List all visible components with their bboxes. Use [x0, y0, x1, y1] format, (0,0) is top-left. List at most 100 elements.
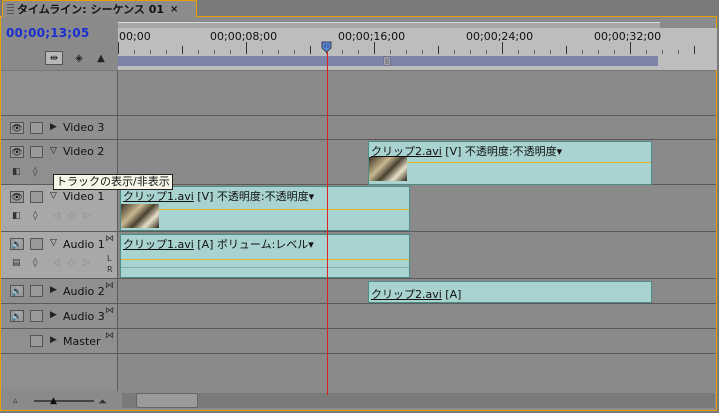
tooltip: トラックの表示/非表示: [53, 174, 173, 190]
track-header: ▶ Master ⋈: [1, 329, 118, 353]
track-area[interactable]: [118, 354, 716, 391]
clip-label: クリップ1.avi [V] 不透明度:不透明度▾: [123, 190, 315, 203]
clip-label: クリップ2.avi [A]: [371, 288, 462, 301]
next-keyframe-icon[interactable]: ▷: [83, 258, 90, 268]
stereo-icon: ⋈: [105, 234, 114, 244]
next-keyframe-icon[interactable]: ▷: [83, 211, 90, 221]
snap-icon: ⇹: [49, 52, 59, 64]
snap-button[interactable]: ⇹: [45, 51, 63, 65]
add-keyframe-icon[interactable]: ◇: [68, 211, 75, 221]
zoom-knob-icon[interactable]: ▲: [50, 396, 57, 406]
stereo-icon: ⋈: [105, 331, 114, 341]
track-audio1[interactable]: 🔊 ▽ Audio 1 ⋈ L R ▤ ◊ ◁ ◇ ▷ クリップ1.avi [A…: [1, 232, 716, 279]
track-area[interactable]: クリップ2.avi [V] 不透明度:不透明度▾: [118, 140, 716, 185]
triangle-down-icon[interactable]: ▽: [50, 191, 57, 201]
triangle-icon[interactable]: ▶: [50, 310, 57, 320]
track-header: 🔊 ▽ Audio 1 ⋈ L R ▤ ◊ ◁ ◇ ▷: [1, 232, 118, 278]
lock-toggle[interactable]: [30, 310, 43, 322]
timecode-display[interactable]: 00;00;13;05: [6, 26, 89, 40]
opacity-rubberband[interactable]: [369, 162, 651, 163]
track-area[interactable]: [118, 116, 716, 139]
marker-icon[interactable]: ◈: [72, 51, 86, 65]
close-icon[interactable]: ×: [170, 4, 178, 15]
display-style-icon[interactable]: ◧: [12, 167, 21, 177]
playhead-line[interactable]: [327, 52, 328, 395]
track-area[interactable]: [118, 304, 716, 328]
volume-rubberband[interactable]: [121, 259, 409, 260]
empty-header: [1, 354, 118, 391]
speaker-icon[interactable]: 🔊: [10, 238, 24, 250]
track-area[interactable]: クリップ2.avi [A]: [118, 279, 716, 303]
zoom-out-icon[interactable]: ▵: [13, 396, 18, 406]
clip-audio2[interactable]: クリップ2.avi [A]: [368, 281, 652, 303]
add-keyframe-icon[interactable]: ◇: [68, 258, 75, 268]
track-area[interactable]: クリップ1.avi [V] 不透明度:不透明度▾: [118, 185, 716, 231]
stereo-icon: ⋈: [105, 306, 114, 316]
eye-icon[interactable]: 👁: [10, 146, 24, 158]
clip-video2[interactable]: クリップ2.avi [V] 不透明度:不透明度▾: [368, 141, 652, 185]
track-name: Video 1: [63, 190, 105, 203]
keyframe-icon[interactable]: ◊: [33, 258, 37, 268]
channel-r-icon: R: [107, 265, 113, 274]
eye-icon[interactable]: 👁: [10, 122, 24, 134]
prev-keyframe-icon[interactable]: ◁: [53, 258, 60, 268]
lock-toggle[interactable]: [30, 122, 43, 134]
keyframe-icon[interactable]: ◊: [33, 167, 37, 177]
track-name: Video 2: [63, 145, 105, 158]
tab-bar: [197, 0, 719, 16]
waveform-icon[interactable]: ▤: [12, 258, 21, 268]
audio-waveform: [121, 267, 409, 268]
track-header: 🔊 ▶ Audio 3 ⋈: [1, 304, 118, 328]
track-audio2[interactable]: 🔊 ▶ Audio 2 ⋈ クリップ2.avi [A]: [1, 279, 716, 304]
lock-toggle[interactable]: [30, 238, 43, 250]
track-area[interactable]: [118, 329, 716, 353]
track-header: 🔊 ▶ Audio 2 ⋈: [1, 279, 118, 303]
lock-toggle[interactable]: [30, 335, 43, 347]
track-audio3[interactable]: 🔊 ▶ Audio 3 ⋈: [1, 304, 716, 329]
track-area[interactable]: クリップ1.avi [A] ボリューム:レベル▾: [118, 232, 716, 278]
track-name: Master: [63, 335, 101, 348]
zoom-slider[interactable]: [34, 400, 94, 402]
clip-audio1[interactable]: クリップ1.avi [A] ボリューム:レベル▾: [120, 234, 410, 278]
track-master[interactable]: ▶ Master ⋈: [1, 329, 716, 354]
empty-track-space: [1, 354, 716, 391]
track-video1[interactable]: 👁 ▽ Video 1 ◧ ◊ ◁ ◇ ▷ クリップ1.avi [V] 不透明度…: [1, 185, 716, 232]
timeline-tab[interactable]: タイムライン: シーケンス 01 ×: [2, 0, 197, 17]
triangle-down-icon[interactable]: ▽: [50, 238, 57, 248]
speaker-icon[interactable]: 🔊: [10, 285, 24, 297]
track-header: 👁 ▽ Video 1 ◧ ◊ ◁ ◇ ▷: [1, 185, 118, 231]
viewing-area-bar[interactable]: [118, 56, 658, 66]
clip-video1[interactable]: クリップ1.avi [V] 不透明度:不透明度▾: [120, 186, 410, 231]
clip-thumbnail: [369, 157, 407, 181]
triangle-icon[interactable]: ▶: [50, 122, 57, 132]
track-name: Audio 2: [63, 285, 105, 298]
keyframe-icon[interactable]: ◊: [33, 211, 37, 221]
track-name: Video 3: [63, 121, 105, 134]
empty-header: [1, 71, 118, 115]
eye-icon[interactable]: 👁: [10, 191, 24, 203]
scrollbar-thumb[interactable]: [136, 393, 198, 408]
track-header: 👁 ▶ Video 3: [1, 116, 118, 139]
prev-keyframe-icon[interactable]: ◁: [53, 211, 60, 221]
zoom-in-icon[interactable]: ⏶: [98, 395, 107, 409]
horizontal-scrollbar[interactable]: [122, 393, 715, 408]
speaker-icon[interactable]: 🔊: [10, 310, 24, 322]
lock-toggle[interactable]: [30, 191, 43, 203]
triangle-down-icon[interactable]: ▽: [50, 146, 57, 156]
triangle-icon[interactable]: ▶: [50, 335, 57, 345]
stereo-icon: ⋈: [105, 281, 114, 291]
lock-toggle[interactable]: [30, 285, 43, 297]
triangle-icon[interactable]: ▶: [50, 285, 57, 295]
add-marker-icon[interactable]: ▲: [94, 51, 108, 65]
viewing-area-handles: [383, 56, 391, 66]
timeline-window: タイムライン: シーケンス 01 × 00;00;13;05 ⇹ ◈ ▲ 00;…: [0, 0, 719, 413]
track-video3[interactable]: 👁 ▶ Video 3: [1, 116, 716, 140]
grip-icon[interactable]: [7, 4, 14, 14]
display-style-icon[interactable]: ◧: [12, 211, 21, 221]
clip-label: クリップ1.avi [A] ボリューム:レベル▾: [123, 238, 314, 251]
lock-toggle[interactable]: [30, 146, 43, 158]
empty-track-space: [1, 71, 716, 116]
clip-thumbnail: [121, 204, 159, 228]
opacity-rubberband[interactable]: [121, 209, 409, 210]
channel-l-icon: L: [107, 254, 112, 263]
